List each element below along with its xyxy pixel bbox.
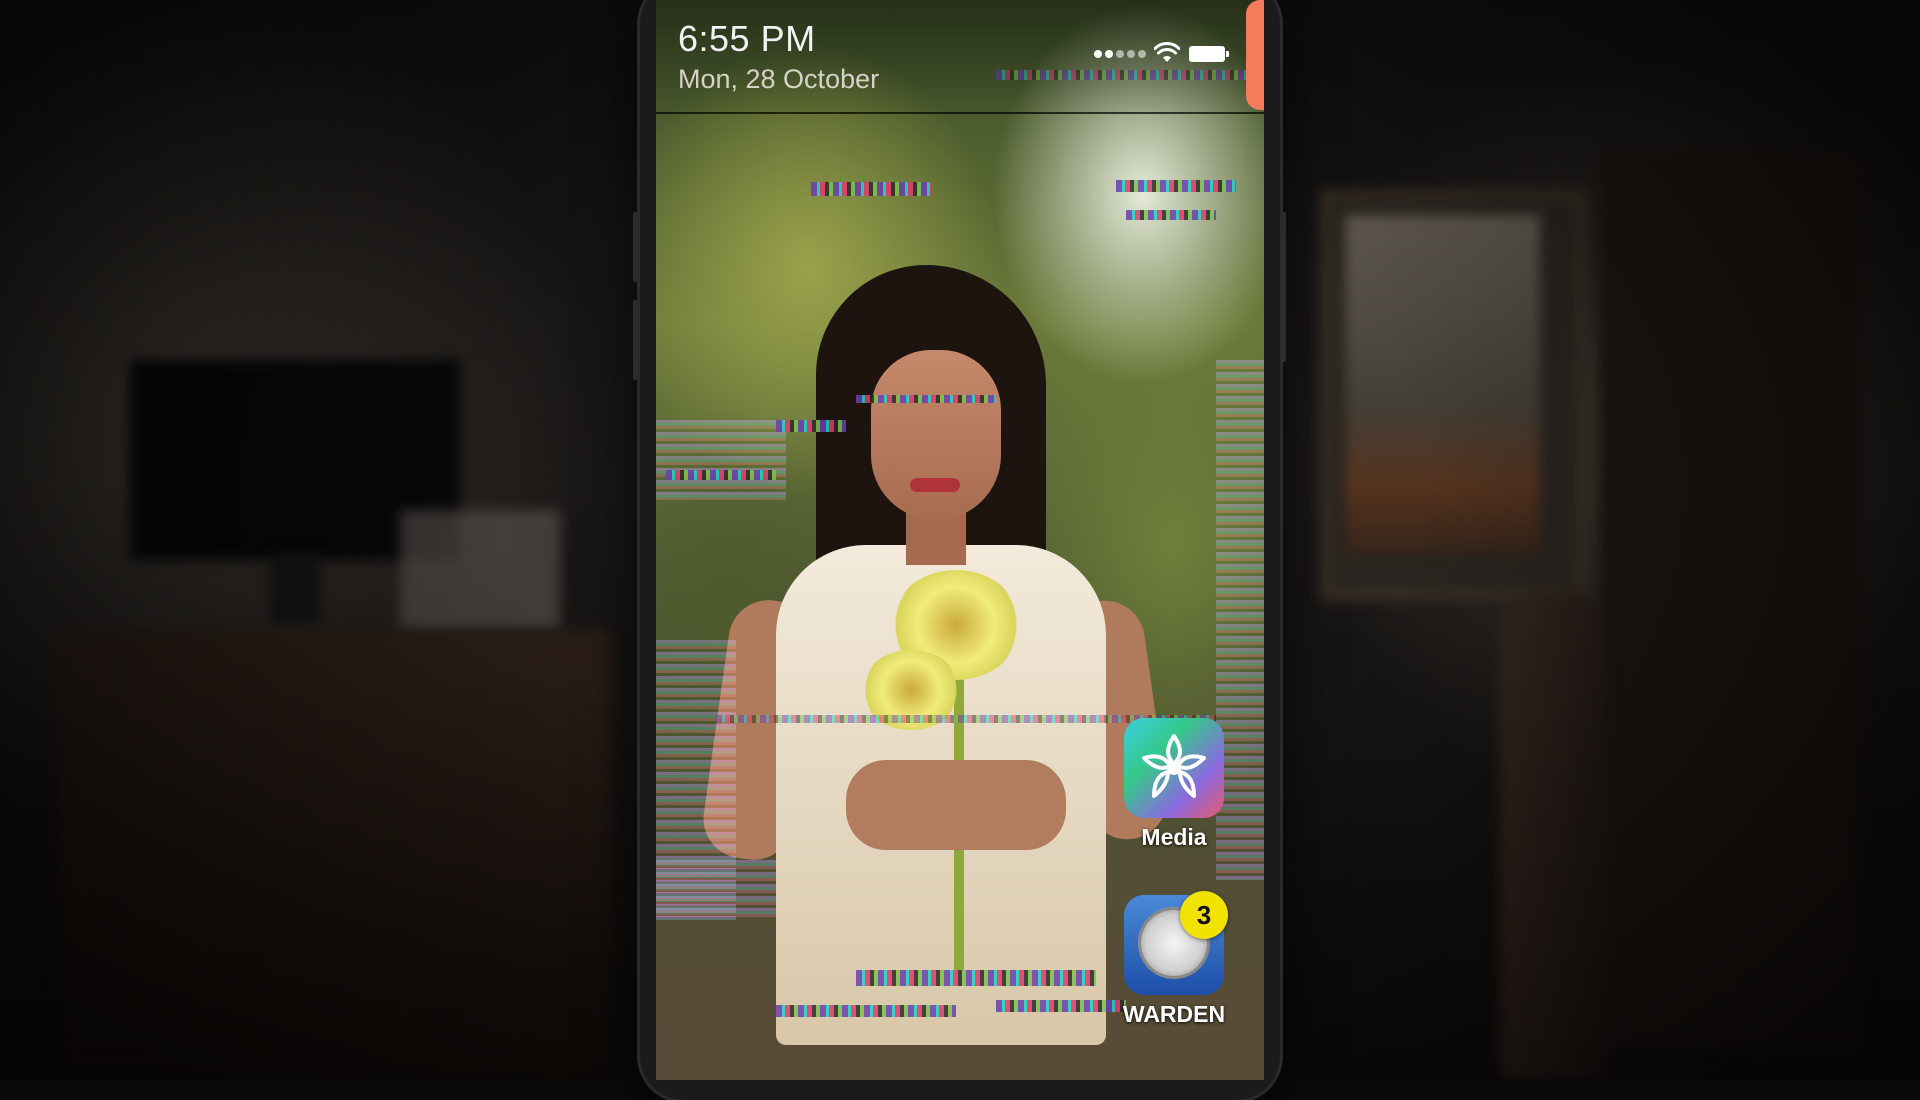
clock: 6:55 PM (678, 18, 816, 59)
power-button[interactable] (1280, 212, 1286, 362)
glitch-band (656, 420, 786, 500)
notification-badge: 3 (1180, 891, 1228, 939)
wallpaper-face (871, 350, 1001, 520)
status-bar: 6:55 PM Mon, 28 October (656, 0, 1264, 114)
signal-dot (1127, 50, 1135, 58)
glitch-strip (1126, 210, 1216, 220)
app-media[interactable]: Media (1114, 718, 1234, 851)
media-flower-icon[interactable] (1124, 718, 1224, 818)
wallpaper-hands (846, 760, 1066, 850)
app-warden[interactable]: 3 WARDEN (1114, 891, 1234, 1028)
battery-icon (1189, 46, 1229, 62)
glitch-strip (1116, 180, 1236, 192)
glitch-strip (666, 470, 776, 480)
glitch-strip (776, 1005, 956, 1017)
wallpaper-lips (910, 478, 960, 492)
glitch-strip (996, 1000, 1126, 1012)
wifi-icon (1154, 42, 1180, 62)
glitch-strip (856, 395, 996, 403)
signal-dots-icon (1094, 50, 1146, 58)
date: Mon, 28 October (678, 64, 880, 94)
glitch-strip (811, 182, 931, 196)
signal-dot (1116, 50, 1124, 58)
signal-dot (1138, 50, 1146, 58)
glitch-strip (856, 970, 1096, 986)
signal-dot (1094, 50, 1102, 58)
volume-down-button[interactable] (633, 300, 639, 380)
app-warden-label: WARDEN (1122, 1001, 1226, 1027)
glitch-band (656, 860, 776, 920)
volume-up-button[interactable] (633, 212, 639, 282)
signal-dot (1105, 50, 1113, 58)
media-flower-glyph (1142, 734, 1206, 798)
notification-tab[interactable] (1246, 0, 1264, 110)
app-media-label: Media (1141, 824, 1207, 850)
glitch-strip (776, 420, 846, 432)
warden-seal-icon[interactable]: 3 (1124, 891, 1228, 995)
